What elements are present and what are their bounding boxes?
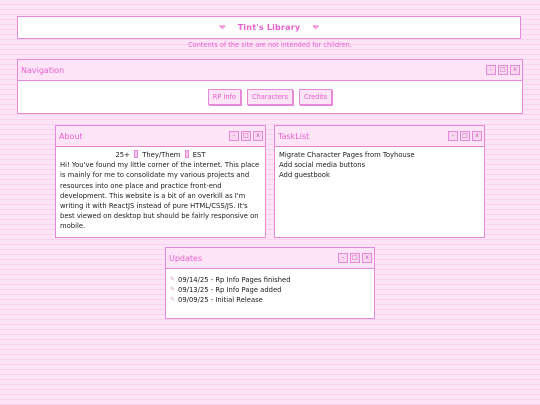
task-item: Migrate Character Pages from Toyhouse [279, 151, 415, 159]
about-text: Hi! You've found my little corner of the… [60, 161, 260, 231]
task-item: Add social media buttons [279, 161, 366, 170]
site-title: Tint's Library [237, 23, 301, 32]
tasklist-window: TaskList - □ x Migrate Character Pages f… [274, 125, 485, 238]
timezone-tag: EST [192, 151, 206, 159]
task-item: Add guestbook [279, 171, 330, 180]
tasklist-titlebar: TaskList - □ x [275, 126, 484, 147]
divider-icon [184, 150, 189, 158]
disclaimer: Contents of the site are not intended fo… [188, 41, 352, 49]
about-window: About - □ x 25+ They/Them EST Hi! You've… [55, 125, 266, 238]
about-tags: 25+ They/Them EST [60, 150, 261, 160]
updates-title: Updates [169, 253, 203, 263]
tasklist-title: TaskList [278, 131, 310, 141]
maximize-button[interactable]: □ [498, 65, 508, 75]
update-item: ✎ 09/14/25 - Rp Info Pages finished [170, 275, 370, 285]
divider-icon [134, 150, 139, 158]
update-item: ✎ 09/13/25 - Rp Info Page added [170, 285, 370, 295]
heart-left-icon: ❤ [219, 22, 226, 32]
nav-rp-info-button[interactable]: RP Info [207, 89, 241, 105]
close-button[interactable]: x [510, 65, 520, 75]
site-header: ❤ Tint's Library ❤ [17, 16, 521, 39]
nav-characters-button[interactable]: Characters [246, 89, 293, 105]
navigation-title: Navigation [21, 65, 65, 75]
update-text: 09/13/25 - Rp Info Page added [178, 286, 282, 295]
minimize-button[interactable]: - [229, 131, 239, 141]
maximize-button[interactable]: □ [350, 253, 360, 263]
about-title: About [59, 131, 83, 141]
update-text: 09/09/25 - Initial Release [178, 296, 263, 305]
update-item: ✎ 09/09/25 - Initial Release [170, 295, 370, 305]
maximize-button[interactable]: □ [460, 131, 470, 141]
nav-credits-button[interactable]: Credits [298, 89, 333, 105]
pencil-icon: ✎ [170, 276, 176, 283]
navigation-window: Navigation - □ x RP Info Characters Cred… [17, 59, 523, 114]
pencil-icon: ✎ [170, 296, 176, 304]
minimize-button[interactable]: - [448, 131, 458, 141]
about-titlebar: About - □ x [56, 126, 265, 147]
navigation-titlebar: Navigation - □ x [18, 60, 522, 81]
minimize-button[interactable]: - [486, 65, 496, 75]
update-text: 09/14/25 - Rp Info Pages finished [178, 276, 291, 284]
pencil-icon: ✎ [170, 286, 176, 294]
minimize-button[interactable]: - [338, 253, 348, 263]
maximize-button[interactable]: □ [241, 131, 251, 141]
updates-titlebar: Updates - □ x [166, 248, 374, 269]
age-tag: 25+ [115, 151, 130, 159]
updates-window: Updates - □ x ✎ 09/14/25 - Rp Info Pages… [165, 247, 375, 319]
close-button[interactable]: x [253, 131, 263, 141]
pronouns-tag: They/Them [142, 151, 181, 159]
close-button[interactable]: x [362, 253, 372, 263]
heart-right-icon: ❤ [312, 22, 319, 32]
close-button[interactable]: x [472, 131, 482, 141]
